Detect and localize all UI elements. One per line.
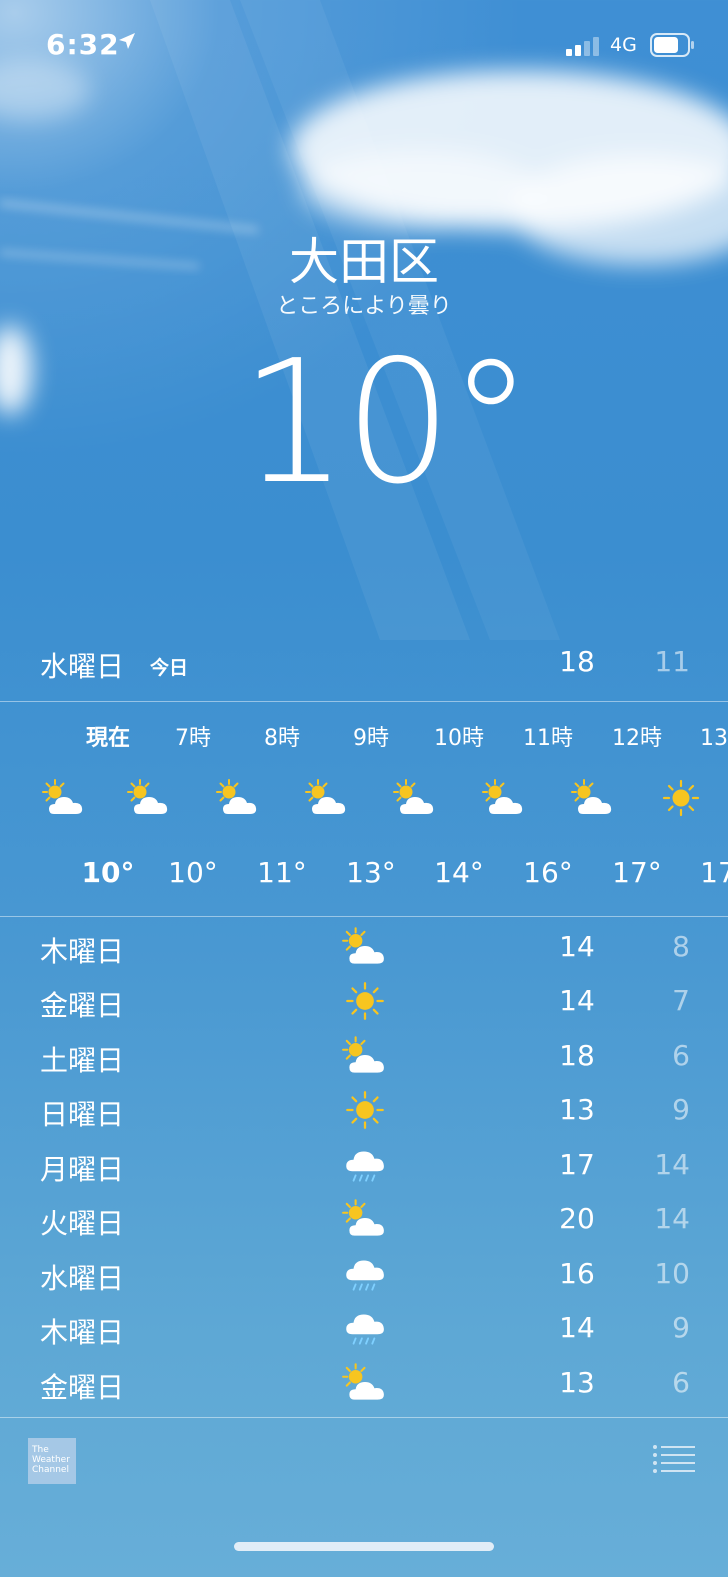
daily-high: 20 [559, 1202, 595, 1235]
hour-temp: 16° [523, 856, 573, 889]
daily-row: 金曜日 14 7 [0, 976, 728, 1030]
partly-sunny-icon [214, 778, 262, 818]
daily-high: 13 [559, 1366, 595, 1399]
sunny-icon [657, 778, 705, 818]
rain-icon [340, 1253, 390, 1295]
partly-sunny-icon [569, 778, 617, 818]
sky-background [0, 0, 728, 640]
today-low: 11 [654, 645, 690, 678]
partly-sunny-icon [480, 778, 528, 818]
partly-sunny-icon [340, 1035, 390, 1077]
divider [0, 916, 728, 917]
daily-row: 火曜日 20 14 [0, 1194, 728, 1248]
daily-low: 7 [672, 984, 690, 1017]
daily-high: 16 [559, 1257, 595, 1290]
current-temperature: 10° [240, 324, 533, 522]
daily-day: 日曜日 [40, 1098, 125, 1131]
list-icon[interactable] [652, 1444, 696, 1476]
weather-channel-logo[interactable]: The Weather Channel [28, 1438, 76, 1484]
daily-high: 14 [559, 1311, 595, 1344]
daily-day: 金曜日 [40, 989, 125, 1022]
status-time: 6:32 [46, 28, 120, 61]
hour-temp: 17° [612, 856, 662, 889]
today-day: 水曜日 [40, 650, 125, 683]
rain-icon [340, 1307, 390, 1349]
partly-sunny-icon [340, 1198, 390, 1240]
partly-sunny-icon [340, 926, 390, 968]
partly-sunny-icon [391, 778, 439, 818]
partly-sunny-icon [340, 1362, 390, 1404]
battery-icon [650, 33, 694, 57]
hour-label: 10時 [434, 726, 484, 751]
daily-day: 水曜日 [40, 1262, 125, 1295]
today-row: 水曜日 今日 18 11 [0, 633, 728, 699]
daily-row: 水曜日 16 10 [0, 1249, 728, 1303]
location-name: 大田区 [289, 233, 439, 291]
daily-row: 月曜日 17 14 [0, 1140, 728, 1194]
daily-row: 土曜日 18 6 [0, 1031, 728, 1085]
hour-label: 8時 [264, 726, 300, 751]
hour-label: 9時 [353, 726, 389, 751]
daily-day: 木曜日 [40, 1316, 125, 1349]
daily-low: 6 [672, 1039, 690, 1072]
hour-label: 11時 [523, 726, 573, 751]
daily-high: 14 [559, 984, 595, 1017]
daily-day: 木曜日 [40, 935, 125, 968]
status-bar: 6:32 4G [0, 0, 728, 90]
logo-text: The Weather Channel [32, 1445, 70, 1475]
daily-low: 14 [654, 1202, 690, 1235]
daily-high: 18 [559, 1039, 595, 1072]
daily-high: 17 [559, 1148, 595, 1181]
hour-temp: 11° [257, 856, 307, 889]
hour-temp: 14° [434, 856, 484, 889]
location-arrow-icon [119, 33, 135, 49]
daily-high: 13 [559, 1093, 595, 1126]
daily-low: 14 [654, 1148, 690, 1181]
hour-label: 現在 [85, 726, 130, 751]
hour-temp: 17° [700, 856, 728, 889]
hour-temp: 10° [168, 856, 218, 889]
daily-row: 日曜日 13 9 [0, 1085, 728, 1139]
hour-temp: 10° [81, 856, 135, 889]
today-high: 18 [559, 645, 595, 678]
daily-high: 14 [559, 930, 595, 963]
daily-row: 金曜日 13 6 [0, 1358, 728, 1412]
daily-day: 土曜日 [40, 1044, 125, 1077]
partly-sunny-icon [125, 778, 173, 818]
daily-low: 9 [672, 1311, 690, 1344]
daily-low: 8 [672, 930, 690, 963]
cellular-signal-icon [566, 37, 599, 56]
daily-low: 6 [672, 1366, 690, 1399]
network-type: 4G [610, 34, 637, 56]
today-tag: 今日 [150, 657, 189, 679]
hour-label: 13時 [700, 726, 728, 751]
daily-low: 10 [654, 1257, 690, 1290]
hour-label: 12時 [612, 726, 662, 751]
partly-sunny-icon [303, 778, 351, 818]
condition-text: ところにより曇り [276, 294, 452, 319]
sunny-icon [340, 1089, 390, 1131]
daily-low: 9 [672, 1093, 690, 1126]
daily-day: 火曜日 [40, 1207, 125, 1240]
daily-day: 金曜日 [40, 1371, 125, 1404]
home-indicator[interactable] [234, 1542, 494, 1551]
footer-bar: The Weather Channel [0, 1418, 728, 1577]
daily-row: 木曜日 14 8 [0, 922, 728, 976]
sunny-icon [340, 980, 390, 1022]
hour-temp: 13° [346, 856, 396, 889]
rain-icon [340, 1144, 390, 1186]
daily-day: 月曜日 [40, 1153, 125, 1186]
hourly-forecast[interactable]: 現在 10° 7時 10° 8時 11° 9時 13° 10時 14° 11時 … [0, 702, 728, 916]
partly-sunny-icon [40, 778, 88, 818]
daily-row: 木曜日 14 9 [0, 1303, 728, 1357]
hour-label: 7時 [175, 726, 211, 751]
